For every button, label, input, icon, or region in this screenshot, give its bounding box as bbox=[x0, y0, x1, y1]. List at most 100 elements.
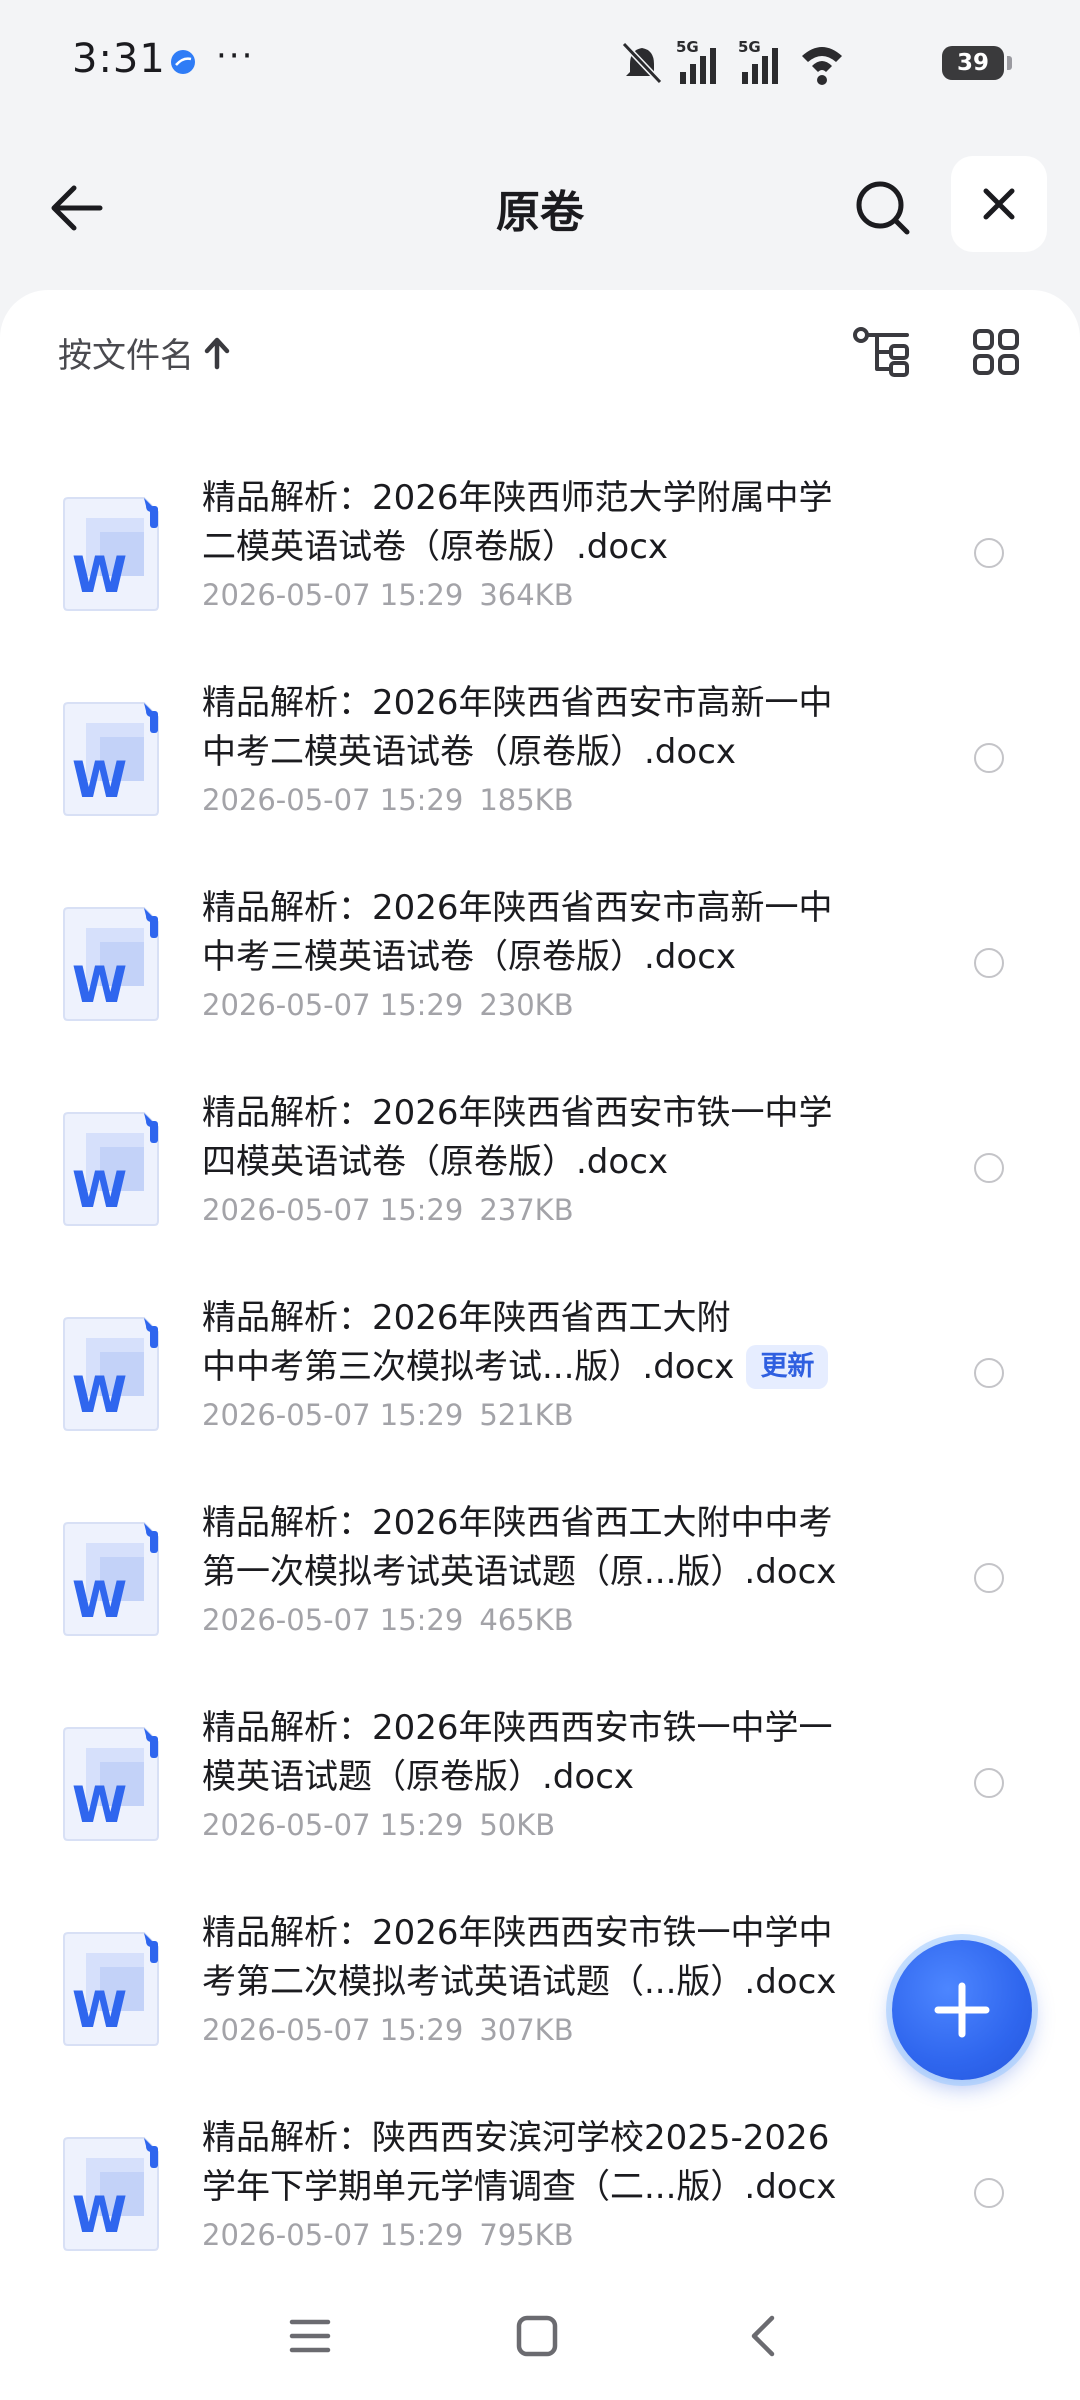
word-doc-icon: W bbox=[63, 1522, 159, 1636]
wifi-icon bbox=[802, 47, 842, 85]
select-radio[interactable] bbox=[974, 1563, 1004, 1593]
svg-text:W: W bbox=[72, 2186, 127, 2244]
home-square-icon[interactable] bbox=[515, 2314, 559, 2358]
file-list-item-4[interactable]: W 精品解析：2026年陕西省西安市铁一中学 四模英语试卷（原卷版）.docx … bbox=[0, 1071, 1080, 1276]
select-radio[interactable] bbox=[974, 1768, 1004, 1798]
grid-view-button[interactable] bbox=[964, 320, 1028, 384]
file-name-line: 中中考第三次模拟考试...版）.docx 更新 bbox=[202, 1343, 892, 1392]
file-name-line-1: 精品解析：2026年陕西省西工大附中中考 bbox=[202, 1503, 833, 1543]
mute-icon bbox=[621, 41, 663, 85]
file-list-item-5[interactable]: W 精品解析：2026年陕西省西工大附 中中考第三次模拟考试...版）.docx… bbox=[0, 1276, 1080, 1481]
svg-text:5G: 5G bbox=[738, 38, 761, 56]
file-meta: 2026-05-07 15:29 795KB bbox=[202, 2218, 574, 2252]
file-name-line: 中考二模英语试卷（原卷版）.docx bbox=[202, 728, 892, 777]
word-doc-icon: W bbox=[63, 497, 159, 611]
select-radio[interactable] bbox=[974, 948, 1004, 978]
file-meta: 2026-05-07 15:29 521KB bbox=[202, 1398, 574, 1432]
file-name-line: 学年下学期单元学情调查（二...版）.docx bbox=[202, 2163, 892, 2212]
sort-by-name-button[interactable]: 按文件名 bbox=[58, 328, 232, 377]
grid-view-icon bbox=[973, 329, 1019, 375]
file-size: 185KB bbox=[479, 783, 574, 817]
select-radio[interactable] bbox=[974, 743, 1004, 773]
word-doc-icon: W bbox=[63, 1112, 159, 1226]
file-meta: 2026-05-07 15:29 230KB bbox=[202, 988, 574, 1022]
file-name-line: 精品解析：2026年陕西西安市铁一中学一 bbox=[202, 1704, 892, 1753]
file-name-line: 精品解析：2026年陕西省西工大附 bbox=[202, 1294, 892, 1343]
word-doc-icon: W bbox=[63, 907, 159, 1021]
word-doc-icon: W bbox=[63, 2137, 159, 2251]
tree-view-icon bbox=[853, 327, 909, 377]
file-name-line-1: 精品解析：2026年陕西省西工大附 bbox=[202, 1298, 731, 1338]
file-browser-panel: 按文件名 W 精品解析：2026年陕西师范大学附属中学 二模英语试卷（原卷版）.… bbox=[0, 290, 1080, 2400]
file-name-line: 考第二次模拟考试英语试题（...版）.docx bbox=[202, 1958, 892, 2007]
file-name-line-2: 第一次模拟考试英语试题（原...版）.docx bbox=[202, 1552, 837, 1592]
word-doc-icon: W bbox=[63, 1932, 159, 2046]
select-radio[interactable] bbox=[974, 1153, 1004, 1183]
file-size: 50KB bbox=[479, 1808, 556, 1842]
file-size: 230KB bbox=[479, 988, 574, 1022]
file-date: 2026-05-07 15:29 bbox=[202, 1193, 464, 1227]
file-name: 精品解析：2026年陕西省西工大附中中考 第一次模拟考试英语试题（原...版）.… bbox=[202, 1499, 892, 1597]
file-size: 795KB bbox=[479, 2218, 574, 2252]
file-date: 2026-05-07 15:29 bbox=[202, 2013, 464, 2047]
search-button[interactable] bbox=[845, 170, 921, 246]
signal-5g-icon: 5G bbox=[676, 38, 716, 84]
file-size: 307KB bbox=[479, 2013, 574, 2047]
file-name-line: 精品解析：2026年陕西省西工大附中中考 bbox=[202, 1499, 892, 1548]
svg-text:W: W bbox=[72, 751, 127, 809]
svg-text:W: W bbox=[72, 956, 127, 1014]
file-name: 精品解析：2026年陕西西安市铁一中学中 考第二次模拟考试英语试题（...版）.… bbox=[202, 1909, 892, 2007]
select-radio[interactable] bbox=[974, 2178, 1004, 2208]
file-name-line-1: 精品解析：2026年陕西西安市铁一中学一 bbox=[202, 1708, 833, 1748]
file-name-line: 四模英语试卷（原卷版）.docx bbox=[202, 1138, 892, 1187]
file-name-line-1: 精品解析：2026年陕西省西安市铁一中学 bbox=[202, 1093, 833, 1133]
file-name-line: 精品解析：2026年陕西省西安市铁一中学 bbox=[202, 1089, 892, 1138]
system-nav-bar bbox=[0, 2270, 1080, 2400]
file-meta: 2026-05-07 15:29 237KB bbox=[202, 1193, 574, 1227]
file-meta: 2026-05-07 15:29 307KB bbox=[202, 2013, 574, 2047]
tree-view-button[interactable] bbox=[850, 320, 914, 384]
file-list-item-2[interactable]: W 精品解析：2026年陕西省西安市高新一中 中考二模英语试卷（原卷版）.doc… bbox=[0, 661, 1080, 866]
svg-text:W: W bbox=[72, 1161, 127, 1219]
menu-icon[interactable] bbox=[288, 2314, 332, 2358]
file-name-line-2: 学年下学期单元学情调查（二...版）.docx bbox=[202, 2167, 837, 2207]
sort-up-arrow-icon bbox=[204, 337, 230, 369]
file-list-item-1[interactable]: W 精品解析：2026年陕西师范大学附属中学 二模英语试卷（原卷版）.docx … bbox=[0, 456, 1080, 661]
file-name-line-2: 二模英语试卷（原卷版）.docx bbox=[202, 527, 669, 567]
word-doc-icon: W bbox=[63, 1727, 159, 1841]
file-name-line-1: 精品解析：2026年陕西省西安市高新一中 bbox=[202, 683, 833, 723]
file-list-item-6[interactable]: W 精品解析：2026年陕西省西工大附中中考 第一次模拟考试英语试题（原...版… bbox=[0, 1481, 1080, 1686]
file-name-line-1: 精品解析：陕西西安滨河学校2025-2026 bbox=[202, 2118, 830, 2158]
file-name-line-1: 精品解析：2026年陕西西安市铁一中学中 bbox=[202, 1913, 833, 1953]
file-meta: 2026-05-07 15:29 185KB bbox=[202, 783, 574, 817]
select-radio[interactable] bbox=[974, 538, 1004, 568]
file-date: 2026-05-07 15:29 bbox=[202, 2218, 464, 2252]
file-list-item-3[interactable]: W 精品解析：2026年陕西省西安市高新一中 中考三模英语试卷（原卷版）.doc… bbox=[0, 866, 1080, 1071]
file-name-line: 中考三模英语试卷（原卷版）.docx bbox=[202, 933, 892, 982]
file-name-line: 精品解析：2026年陕西省西安市高新一中 bbox=[202, 884, 892, 933]
sort-bar: 按文件名 bbox=[0, 290, 1080, 410]
file-name-line: 精品解析：2026年陕西西安市铁一中学中 bbox=[202, 1909, 892, 1958]
file-list-item-7[interactable]: W 精品解析：2026年陕西西安市铁一中学一 模英语试题（原卷版）.docx 2… bbox=[0, 1686, 1080, 1891]
close-button[interactable] bbox=[951, 156, 1047, 252]
file-name: 精品解析：陕西西安滨河学校2025-2026 学年下学期单元学情调查（二...版… bbox=[202, 2114, 892, 2212]
file-name: 精品解析：2026年陕西省西安市高新一中 中考三模英语试卷（原卷版）.docx bbox=[202, 884, 892, 982]
file-name-line-2: 中中考第三次模拟考试...版）.docx bbox=[202, 1347, 735, 1387]
file-name-line-1: 精品解析：2026年陕西师范大学附属中学 bbox=[202, 478, 833, 518]
top-app-bar: 原卷 bbox=[0, 128, 1080, 288]
close-icon bbox=[983, 188, 1015, 220]
file-date: 2026-05-07 15:29 bbox=[202, 1603, 464, 1637]
select-radio[interactable] bbox=[974, 1358, 1004, 1388]
back-chevron-icon[interactable] bbox=[742, 2314, 786, 2358]
file-size: 237KB bbox=[479, 1193, 574, 1227]
add-button[interactable] bbox=[892, 1940, 1032, 2080]
status-icons: 5G 5G bbox=[621, 38, 842, 85]
file-name: 精品解析：2026年陕西省西工大附 中中考第三次模拟考试...版）.docx 更新 bbox=[202, 1294, 892, 1392]
file-size: 465KB bbox=[479, 1603, 574, 1637]
file-name: 精品解析：2026年陕西师范大学附属中学 二模英语试卷（原卷版）.docx bbox=[202, 474, 892, 572]
svg-text:W: W bbox=[72, 1366, 127, 1424]
file-name: 精品解析：2026年陕西省西安市铁一中学 四模英语试卷（原卷版）.docx bbox=[202, 1089, 892, 1187]
file-name: 精品解析：2026年陕西西安市铁一中学一 模英语试题（原卷版）.docx bbox=[202, 1704, 892, 1802]
svg-text:W: W bbox=[72, 1981, 127, 2039]
file-name-line-2: 考第二次模拟考试英语试题（...版）.docx bbox=[202, 1962, 837, 2002]
